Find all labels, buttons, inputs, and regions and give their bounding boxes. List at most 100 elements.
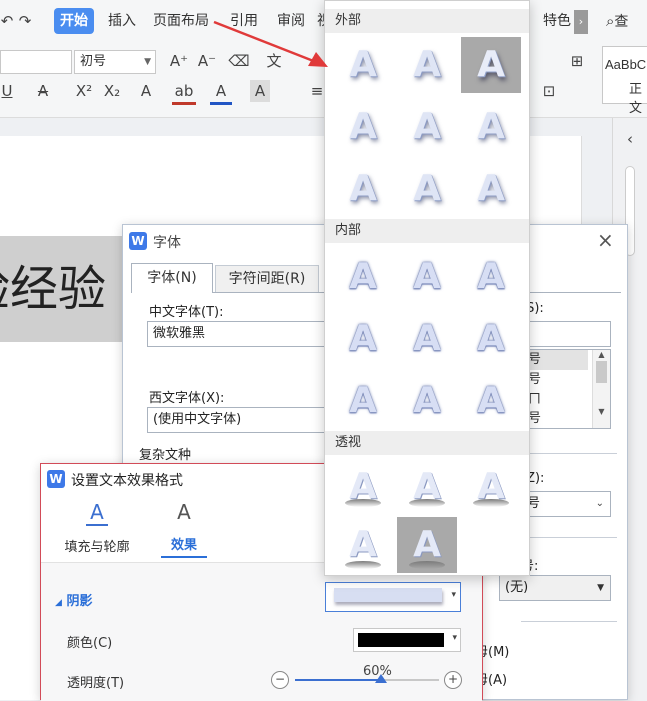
style-gallery[interactable]: AaBbC 正文: [602, 46, 647, 116]
transparency-slider-thumb[interactable]: [375, 674, 388, 683]
num-select[interactable]: (无) ▼: [499, 575, 611, 601]
outer-effect-tile[interactable]: A: [461, 37, 521, 93]
shadow-section-toggle[interactable]: ◢ 阴影: [55, 590, 92, 609]
effect-preview-glyph: A: [413, 318, 441, 359]
inner-effect-tile[interactable]: A: [461, 373, 521, 429]
scroll-up-icon[interactable]: ▲: [593, 350, 610, 359]
outer-effect-tile[interactable]: A: [461, 161, 521, 217]
inner-effect-tile[interactable]: A: [397, 311, 457, 367]
persp-effect-tile[interactable]: A: [461, 459, 521, 515]
effect-preview-glyph: A: [349, 106, 377, 147]
effect-panel-title: 设置文本效果格式: [71, 473, 183, 489]
outer-effect-tile[interactable]: A: [397, 161, 457, 217]
effect-preview-glyph: A: [413, 256, 441, 297]
font-name-combo[interactable]: [0, 50, 72, 74]
decrease-transparency-button[interactable]: −: [271, 671, 289, 689]
outer-effect-tile[interactable]: A: [397, 99, 457, 155]
section-inner: 内部: [325, 219, 529, 243]
persp-effect-tile[interactable]: A: [333, 517, 393, 573]
outer-effect-tile[interactable]: A: [333, 99, 393, 155]
scroll-down-icon[interactable]: ▼: [593, 407, 610, 416]
undo-icon[interactable]: ↶: [0, 10, 14, 32]
color-picker[interactable]: ▾: [353, 628, 461, 652]
border-icon[interactable]: ⊡: [538, 80, 560, 102]
inner-effect-tile[interactable]: A: [461, 311, 521, 367]
align-icon[interactable]: ≡: [310, 80, 324, 102]
outer-effect-tile[interactable]: A: [333, 161, 393, 217]
tab-insert[interactable]: 插入: [108, 8, 136, 34]
scroll-thumb[interactable]: [596, 361, 607, 383]
table-icon[interactable]: ⊞: [566, 50, 588, 72]
font-dialog-title: 字体: [153, 235, 181, 251]
effect-preview-glyph: A: [477, 168, 505, 209]
chinese-font-input[interactable]: 微软雅黑: [147, 321, 327, 347]
outer-effect-tile[interactable]: A: [333, 37, 393, 93]
size-input[interactable]: [521, 321, 611, 347]
effect-preview-glyph: A: [477, 106, 505, 147]
wps-logo-icon: W: [129, 232, 147, 250]
tab-effects[interactable]: A 效果: [161, 500, 207, 560]
effects-icon: A: [177, 500, 191, 524]
size-list[interactable]: 号 号 ㄇ 号 ▲ ▼: [521, 349, 611, 429]
western-font-input[interactable]: (使用中文字体): [147, 407, 327, 433]
ribbon-more-icon[interactable]: ›: [574, 10, 588, 34]
color-label: 颜色(C): [67, 636, 113, 651]
tab-references[interactable]: 引用: [230, 8, 258, 34]
fill-outline-icon: A: [86, 500, 108, 526]
search-button[interactable]: ⌕查: [606, 8, 628, 34]
effect-preview-glyph: A: [413, 524, 441, 565]
z-select[interactable]: 号 ⌄: [521, 491, 611, 517]
grow-font-icon[interactable]: A⁺: [168, 50, 190, 72]
collapse-icon[interactable]: ‹: [617, 128, 643, 150]
inner-effect-tile[interactable]: A: [333, 249, 393, 305]
inner-effect-tile[interactable]: A: [333, 373, 393, 429]
redo-icon[interactable]: ↷: [14, 10, 36, 32]
triangle-down-icon: ◢: [55, 598, 62, 608]
persp-effect-tile[interactable]: A: [333, 459, 393, 515]
font-size-combo[interactable]: 初号 ▼: [74, 50, 156, 74]
inner-effect-tile[interactable]: A: [333, 311, 393, 367]
tab-review[interactable]: 审阅: [277, 8, 305, 34]
strikethrough-icon[interactable]: A: [30, 80, 56, 102]
outer-effect-tile[interactable]: A: [397, 37, 457, 93]
effect-preview-glyph: A: [349, 256, 377, 297]
persp-effect-tile[interactable]: A: [397, 517, 457, 573]
inner-effect-tile[interactable]: A: [397, 373, 457, 429]
text-effect-icon[interactable]: A: [134, 80, 158, 102]
perspective-shadow: [473, 499, 509, 507]
transparency-slider-track[interactable]: [295, 679, 439, 681]
tab-home[interactable]: 开始: [54, 8, 94, 34]
phonetic-guide-icon[interactable]: 文: [262, 50, 286, 72]
tab-font[interactable]: 字体(N): [131, 263, 213, 293]
underline-icon[interactable]: U: [0, 80, 14, 102]
chevron-down-icon: ▾: [452, 633, 457, 643]
inner-effect-tile[interactable]: A: [397, 249, 457, 305]
inner-effect-tile[interactable]: A: [461, 249, 521, 305]
persp-effect-tile[interactable]: A: [397, 459, 457, 515]
effect-preview-glyph: A: [477, 380, 505, 421]
clear-format-icon[interactable]: ⌫: [228, 50, 250, 72]
selected-document-text[interactable]: 验经验: [0, 236, 122, 342]
highlight-icon[interactable]: ab: [172, 80, 196, 105]
effect-preview-glyph: A: [349, 44, 377, 85]
shrink-font-icon[interactable]: A⁻: [196, 50, 218, 72]
tab-fill-outline-label: 填充与轮廓: [64, 540, 130, 555]
font-size-value: 初号: [80, 54, 107, 69]
tab-fill-outline[interactable]: A 填充与轮廓: [55, 500, 139, 560]
size-list-scrollbar[interactable]: ▲ ▼: [592, 350, 610, 428]
outer-effect-tile[interactable]: A: [461, 99, 521, 155]
chevron-down-icon: ▼: [597, 583, 604, 593]
size-list-item[interactable]: 号: [522, 350, 588, 370]
tab-char-spacing[interactable]: 字符间距(R): [215, 265, 319, 293]
font-color-icon[interactable]: A: [210, 80, 232, 105]
increase-transparency-button[interactable]: +: [444, 671, 462, 689]
subscript-icon[interactable]: X₂: [102, 80, 122, 102]
superscript-icon[interactable]: X²: [74, 80, 94, 102]
tab-page-layout[interactable]: 页面布局: [153, 8, 209, 34]
tab-special[interactable]: 特色: [543, 8, 571, 34]
chevron-down-icon: ▼: [144, 57, 151, 67]
char-shading-icon[interactable]: A: [250, 80, 270, 102]
close-icon[interactable]: ×: [597, 228, 614, 252]
wps-logo-icon: W: [47, 470, 65, 488]
shadow-preset-dropdown[interactable]: ▾: [325, 582, 461, 612]
